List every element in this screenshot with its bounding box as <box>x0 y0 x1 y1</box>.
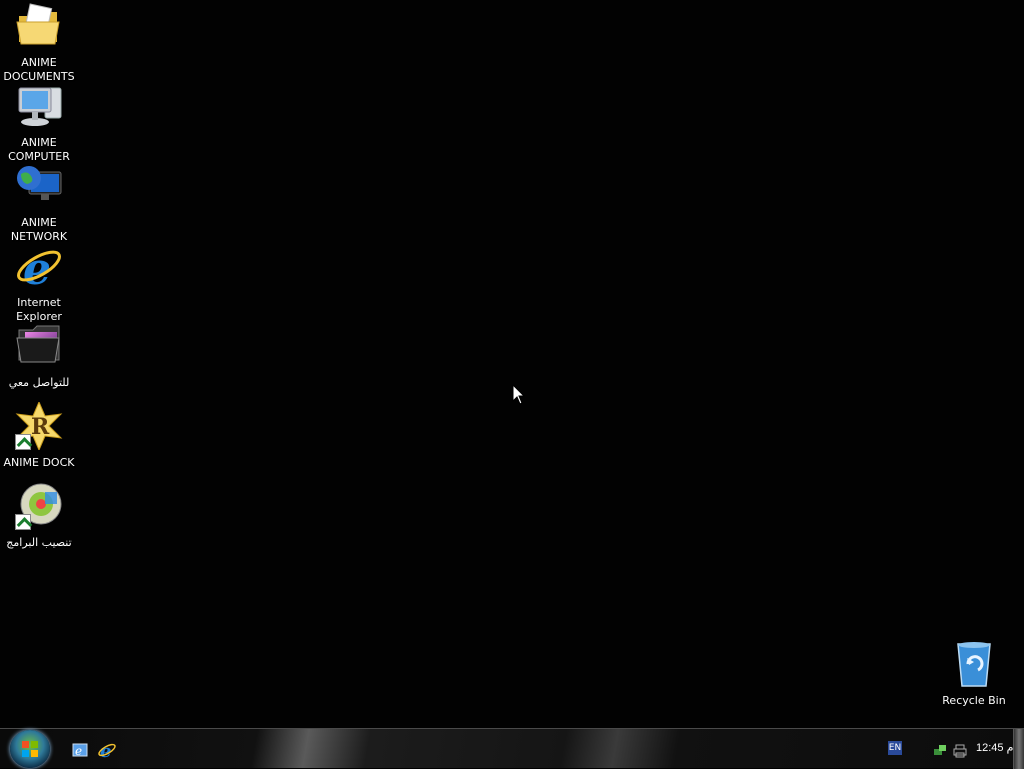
shortcut-arrow-icon <box>15 514 31 530</box>
network-tray-icon[interactable] <box>932 743 948 759</box>
show-desktop-quicklaunch-icon[interactable]: e <box>72 741 90 759</box>
desktop-icon-label: ANIME NETWORK <box>10 216 68 243</box>
desktop-icon-anime-dock[interactable]: R ANIME DOCK <box>0 400 78 470</box>
svg-text:e: e <box>75 744 82 758</box>
dark-folder-icon <box>15 322 63 370</box>
desktop-icon-recycle-bin[interactable]: Recycle Bin <box>935 640 1013 708</box>
windows-start-orb-icon <box>22 741 38 757</box>
folder-documents-icon <box>15 2 63 50</box>
computer-icon <box>15 82 63 130</box>
language-indicator[interactable]: EN <box>888 741 902 755</box>
install-programs-shortcut-icon <box>15 482 63 530</box>
desktop-icon-internet-explorer[interactable]: e Internet Explorer <box>0 242 78 324</box>
svg-text:R: R <box>31 414 50 440</box>
desktop-icon-label: ANIME DOCUMENTS <box>3 56 75 83</box>
desktop-icon-install-programs[interactable]: تنصيب البرامج <box>0 482 78 550</box>
desktop-icon-label: تنصيب البرامج <box>6 536 72 549</box>
show-desktop-button[interactable] <box>1013 729 1024 769</box>
start-button[interactable] <box>10 730 50 768</box>
desktop-icon-anime-documents[interactable]: ANIME DOCUMENTS <box>0 2 78 84</box>
system-clock[interactable]: 12:45 م <box>976 741 1013 754</box>
desktop-icon-label: Internet Explorer <box>16 296 62 323</box>
taskbar: e e EN 12:45 م <box>0 728 1024 769</box>
shortcut-arrow-icon <box>15 434 31 450</box>
desktop-icon-contact-me[interactable]: للتواصل معي <box>0 322 78 390</box>
desktop-icon-label: للتواصل معي <box>8 376 70 389</box>
svg-text:e: e <box>23 244 51 290</box>
internet-explorer-quicklaunch-icon[interactable]: e <box>98 741 116 759</box>
desktop-icon-label: ANIME COMPUTER <box>8 136 70 163</box>
desktop-icon-anime-network[interactable]: ANIME NETWORK <box>0 162 78 244</box>
rocket-dock-shortcut-icon: R <box>15 400 63 452</box>
desktop-background[interactable]: ANIME DOCUMENTS ANIME COMPUTER ANIME NET… <box>0 0 1024 728</box>
mouse-cursor-icon <box>512 384 526 405</box>
desktop-icon-label: ANIME DOCK <box>3 456 75 469</box>
desktop-icon-anime-computer[interactable]: ANIME COMPUTER <box>0 82 78 164</box>
printer-tray-icon[interactable] <box>952 743 968 759</box>
network-globe-icon <box>15 162 63 210</box>
desktop-icon-label: Recycle Bin <box>942 694 1006 707</box>
recycle-bin-icon <box>950 640 998 688</box>
internet-explorer-icon: e <box>15 242 63 295</box>
